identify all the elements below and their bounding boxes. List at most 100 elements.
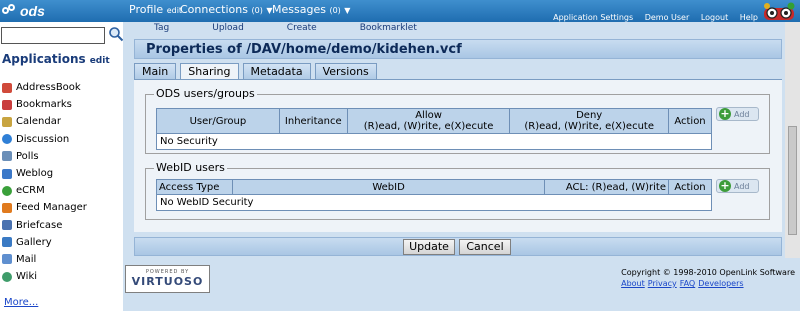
openlink-face-icon — [764, 2, 795, 20]
tab-metadata[interactable]: Metadata — [242, 63, 311, 79]
sidebar-item-wiki[interactable]: Wiki — [2, 268, 87, 285]
ods-groups-legend: ODS users/groups — [154, 87, 257, 100]
page-title: Properties of /DAV/home/demo/kidehen.vcf — [146, 42, 462, 57]
wiki-icon — [2, 271, 12, 282]
gallery-icon — [2, 237, 12, 248]
bookmarklet-button[interactable]: Bookmarklet — [360, 23, 417, 33]
logout-link[interactable]: Logout — [701, 13, 728, 22]
col-webid: WebID — [231, 179, 546, 195]
sidebar-item-gallery[interactable]: Gallery — [2, 234, 87, 251]
discussion-icon — [2, 134, 12, 145]
sidebar-item-addressbook[interactable]: AddressBook — [2, 79, 87, 96]
sidebar-item-label: AddressBook — [16, 82, 81, 94]
calendar-icon — [2, 116, 12, 127]
top-bar: ods Profile edit Connections (0) ▼ Messa… — [0, 0, 800, 22]
add-label: Add — [734, 109, 750, 119]
sidebar-item-label: Gallery — [16, 236, 52, 248]
col-inheritance: Inheritance — [278, 108, 348, 134]
sidebar-item-label: Discussion — [16, 133, 70, 145]
application-settings-link[interactable]: Application Settings — [553, 13, 633, 22]
sidebar-item-bookmarks[interactable]: Bookmarks — [2, 96, 87, 113]
sidebar-item-label: Feed Manager — [16, 202, 87, 214]
dav-toolbar: Tag Upload Create Bookmarklet — [154, 23, 417, 33]
messages-menu[interactable]: Messages (0) ▼ — [272, 3, 350, 16]
sidebar-item-weblog[interactable]: Weblog — [2, 165, 87, 182]
sidebar-item-label: Calendar — [16, 116, 61, 128]
cancel-button[interactable]: Cancel — [459, 239, 511, 255]
sidebar-item-ecrm[interactable]: eCRM — [2, 182, 87, 199]
sidebar-item-briefcase[interactable]: Briefcase — [2, 217, 87, 234]
deny-title: Deny — [576, 110, 603, 121]
col-allow: Allow (R)ead, (W)rite, e(X)ecute — [346, 108, 511, 134]
col-user-group: User/Group — [156, 108, 280, 134]
plus-icon: + — [719, 179, 731, 192]
sidebar-item-polls[interactable]: Polls — [2, 148, 87, 165]
addressbook-icon — [2, 82, 12, 93]
chevron-down-icon[interactable]: ▼ — [344, 6, 350, 15]
connections-menu[interactable]: Connections (0) ▼ — [180, 3, 272, 16]
sidebar-item-label: Mail — [16, 253, 37, 265]
sidebar-item-discussion[interactable]: Discussion — [2, 131, 87, 148]
polls-icon — [2, 151, 12, 162]
help-link[interactable]: Help — [740, 13, 758, 22]
weblog-icon — [2, 168, 12, 179]
update-button[interactable]: Update — [403, 239, 455, 255]
add-webid-user-button[interactable]: + Add — [716, 179, 759, 193]
applications-heading: Applications edit — [2, 52, 110, 66]
deny-subtitle: (R)ead, (W)rite, e(X)ecute — [524, 121, 654, 132]
footer-info: Copyright © 1998-2010 OpenLink Software … — [621, 268, 795, 288]
webid-table: Access Type WebID ACL: (R)ead, (W)rite A… — [156, 179, 712, 211]
sidebar-item-label: Briefcase — [16, 219, 63, 231]
virtuoso-logo[interactable]: POWERED BY VIRTUOSO — [125, 265, 210, 293]
about-link[interactable]: About — [621, 279, 645, 288]
tab-versions[interactable]: Versions — [314, 63, 377, 79]
sidebar-item-mail[interactable]: Mail — [2, 251, 87, 268]
applications-list: AddressBook Bookmarks Calendar Discussio… — [2, 79, 87, 285]
add-ods-user-button[interactable]: + Add — [716, 107, 759, 121]
search-icon[interactable] — [108, 26, 124, 42]
connections-label[interactable]: Connections — [180, 3, 248, 16]
form-buttons-bar: Update Cancel — [134, 237, 782, 256]
developers-link[interactable]: Developers — [698, 279, 743, 288]
briefcase-icon — [2, 220, 12, 231]
col-deny: Deny (R)ead, (W)rite, e(X)ecute — [509, 108, 669, 134]
feed-icon — [2, 202, 12, 213]
messages-label[interactable]: Messages — [272, 3, 326, 16]
sidebar-item-label: eCRM — [16, 185, 45, 197]
allow-subtitle: (R)ead, (W)rite, e(X)ecute — [363, 121, 494, 132]
copyright-text: Copyright © 1998-2010 OpenLink Software — [621, 268, 795, 277]
profile-menu[interactable]: Profile edit — [129, 3, 182, 16]
applications-title: Applications — [2, 52, 86, 66]
faq-link[interactable]: FAQ — [680, 279, 696, 288]
col-acl: ACL: (R)ead, (W)rite — [544, 179, 669, 195]
demo-user-link[interactable]: Demo User — [645, 13, 690, 22]
col-access-type: Access Type — [156, 179, 233, 195]
upload-button[interactable]: Upload — [212, 23, 244, 33]
privacy-link[interactable]: Privacy — [648, 279, 677, 288]
table-row: No Security — [156, 133, 712, 150]
messages-count: (0) — [329, 6, 341, 15]
footer-links: About Privacy FAQ Developers — [621, 279, 795, 288]
allow-title: Allow — [415, 110, 442, 121]
sidebar-item-feed-manager[interactable]: Feed Manager — [2, 199, 87, 216]
scrollbar-thumb[interactable] — [788, 126, 797, 235]
tab-sharing[interactable]: Sharing — [180, 63, 239, 79]
applications-edit-link[interactable]: edit — [90, 56, 110, 66]
property-tabs: Main Sharing Metadata Versions — [134, 63, 381, 79]
search-input[interactable] — [1, 27, 105, 44]
create-button[interactable]: Create — [287, 23, 317, 33]
col-action: Action — [667, 108, 713, 134]
ods-groups-table: User/Group Inheritance Allow (R)ead, (W)r… — [156, 108, 713, 150]
top-links: Application Settings Demo User Logout He… — [544, 13, 758, 22]
logo-text: ods — [20, 3, 45, 19]
plus-icon: + — [719, 107, 731, 120]
profile-label[interactable]: Profile — [129, 3, 163, 16]
ods-logo[interactable]: ods — [2, 2, 45, 20]
no-security-cell: No Security — [156, 133, 712, 150]
tag-button[interactable]: Tag — [154, 23, 169, 33]
sidebar-item-calendar[interactable]: Calendar — [2, 113, 87, 130]
sidebar-item-label: Bookmarks — [16, 99, 72, 111]
webid-legend: WebID users — [154, 161, 227, 174]
tab-main[interactable]: Main — [134, 63, 177, 79]
more-link[interactable]: More... — [4, 297, 38, 308]
